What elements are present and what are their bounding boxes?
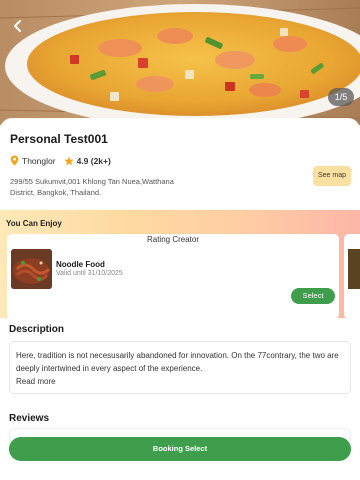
star-icon xyxy=(63,156,74,165)
description-box: Here, tradition is not necesusarily aban… xyxy=(9,341,351,394)
see-map-button[interactable]: See map xyxy=(312,166,351,186)
coupon-card[interactable]: Rating Creator Noodle Food Valid until 3… xyxy=(7,234,339,319)
location-pin-icon xyxy=(10,155,19,166)
hero-image: 1/5 xyxy=(0,0,360,125)
booking-select-button[interactable]: Booking Select xyxy=(9,437,351,461)
food-photo xyxy=(0,0,360,125)
you-can-enjoy-section: You Can Enjoy Rating Creator Noodle Food… xyxy=(0,210,360,319)
store-location: Thonglor xyxy=(22,155,56,166)
next-coupon-thumbnail xyxy=(348,249,360,289)
description-text: Here, tradition is not necesusarily aban… xyxy=(16,351,339,373)
back-button[interactable] xyxy=(6,14,30,38)
image-counter: 1/5 xyxy=(328,88,354,106)
read-more-link[interactable]: Read more xyxy=(16,377,56,386)
coupon-thumbnail xyxy=(11,249,52,289)
description-title: Description xyxy=(9,324,65,335)
enjoy-title: You Can Enjoy xyxy=(6,219,62,228)
store-info-card: Personal Test001 Thonglor 4.9 (2k+) 299/… xyxy=(0,118,360,210)
coupon-creator: Rating Creator xyxy=(146,235,200,244)
coupon-select-button[interactable]: Select xyxy=(291,288,335,304)
chevron-left-icon xyxy=(14,20,21,32)
coupon-valid-date: Valid until 31/10/2025 xyxy=(56,270,123,277)
next-coupon-card-peek[interactable] xyxy=(344,234,360,319)
reviews-title: Reviews xyxy=(9,413,50,424)
coupon-name: Noodle Food xyxy=(56,260,105,269)
store-meta-row: Thonglor 4.9 (2k+) xyxy=(10,155,350,166)
store-address: 299/55 Sukumvit,001 Khlong Tan Nuea,Watt… xyxy=(10,177,174,197)
store-rating: 4.9 (2k+) xyxy=(76,155,111,166)
store-title: Personal Test001 xyxy=(10,132,108,146)
noodle-dish-image xyxy=(11,249,52,289)
